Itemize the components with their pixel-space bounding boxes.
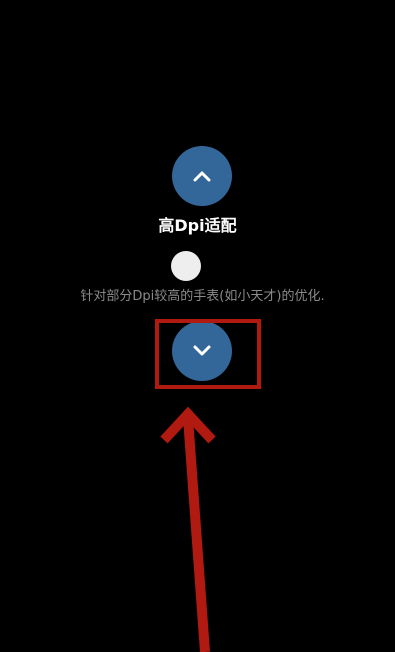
scroll-down-button[interactable] [172, 321, 232, 381]
scroll-up-button[interactable] [172, 146, 232, 206]
setting-description: 针对部分Dpi较高的手表(如小天才)的优化. [80, 289, 325, 304]
chevron-up-icon [193, 171, 211, 182]
high-dpi-toggle[interactable] [171, 251, 201, 281]
setting-title: 高Dpi适配 [158, 216, 237, 235]
chevron-down-icon [193, 345, 211, 356]
